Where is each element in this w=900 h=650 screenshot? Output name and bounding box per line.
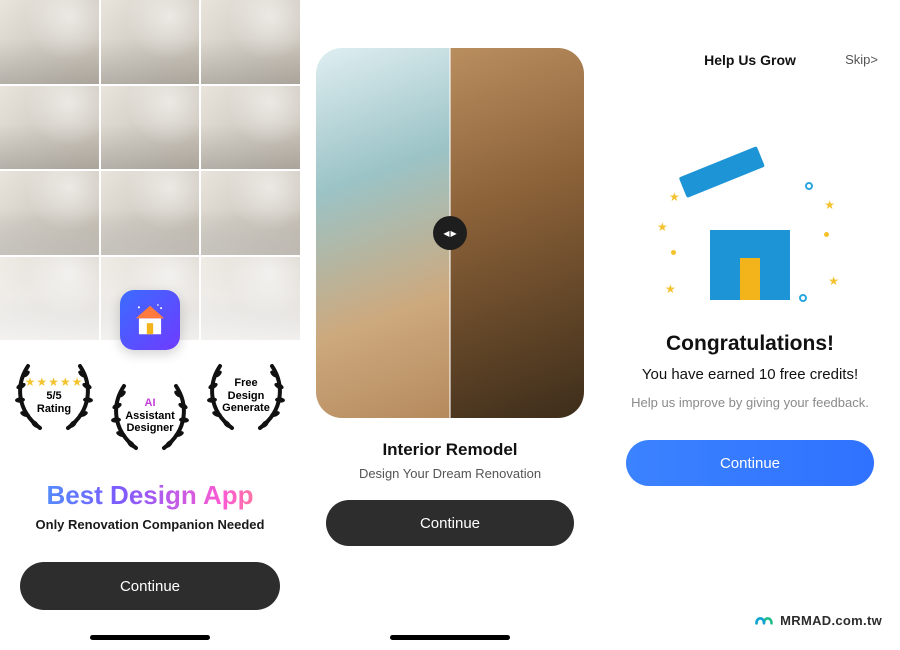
headline-subtitle: Only Renovation Companion Needed xyxy=(0,517,300,532)
continue-button[interactable]: Continue xyxy=(626,440,874,486)
after-image xyxy=(316,48,450,418)
before-after-card xyxy=(316,48,584,418)
home-indicator[interactable] xyxy=(90,635,210,640)
confetti-star-icon: ★ xyxy=(657,220,668,234)
mrmad-logo-icon xyxy=(754,610,774,630)
confetti-star-icon: ★ xyxy=(669,190,680,204)
watermark-text: MRMAD.com.tw xyxy=(780,613,882,628)
app-icon xyxy=(120,290,180,350)
onboarding-screen-credits: Help Us Grow Skip> ★ ★ ★ ★ ★ Congratulat… xyxy=(600,0,900,650)
confetti-star-icon: ★ xyxy=(665,282,676,296)
onboarding-screen-remodel: Interior Remodel Design Your Dream Renov… xyxy=(300,0,600,650)
confetti-star-icon: ★ xyxy=(828,274,839,288)
gallery-thumb xyxy=(101,0,200,84)
continue-button[interactable]: Continue xyxy=(326,500,574,546)
gallery-thumb xyxy=(0,86,99,170)
feedback-prompt: Help us improve by giving your feedback. xyxy=(618,395,882,410)
gallery-thumb xyxy=(201,0,300,84)
remodel-copy: Interior Remodel Design Your Dream Renov… xyxy=(300,440,600,481)
badge-ai-text: AI Assistant Designer xyxy=(125,397,175,435)
confetti-star-icon: ★ xyxy=(824,198,835,212)
confetti-ring-icon xyxy=(799,294,807,302)
badge-free-text: Free Design Generate xyxy=(222,377,270,415)
comparison-slider-handle[interactable] xyxy=(433,216,467,250)
badge-rating: ★★★★★ 5/5 Rating xyxy=(10,358,98,434)
onboarding-screen-welcome: ★★★★★ 5/5 Rating xyxy=(0,0,300,650)
confetti-ring-icon xyxy=(805,182,813,190)
award-badges-row: ★★★★★ 5/5 Rating xyxy=(0,358,300,434)
gallery-thumb xyxy=(201,86,300,170)
gift-box-icon xyxy=(710,230,790,300)
gift-illustration: ★ ★ ★ ★ ★ xyxy=(600,180,900,300)
remodel-title: Interior Remodel xyxy=(300,440,600,460)
skip-button[interactable]: Skip> xyxy=(845,52,878,67)
headline-title: Best Design App xyxy=(0,480,300,511)
gift-door-icon xyxy=(740,258,760,300)
gallery-thumb xyxy=(101,86,200,170)
earned-credits-text: You have earned 10 free credits! xyxy=(618,366,882,383)
confetti-dot-icon xyxy=(824,232,829,237)
page-header: Help Us Grow Skip> xyxy=(600,52,900,67)
before-image xyxy=(450,48,584,418)
badge-free-design: Free Design Generate xyxy=(202,358,290,434)
house-icon xyxy=(131,301,169,339)
continue-button[interactable]: Continue xyxy=(20,562,280,610)
gift-lid-icon xyxy=(679,146,765,198)
congrats-title: Congratulations! xyxy=(618,332,882,356)
remodel-subtitle: Design Your Dream Renovation xyxy=(300,466,600,481)
badge-rating-text: 5/5 Rating xyxy=(37,390,71,415)
watermark-brand: MRMAD.com.tw xyxy=(754,610,882,630)
home-indicator[interactable] xyxy=(390,635,510,640)
confetti-dot-icon xyxy=(671,250,676,255)
gallery-thumb xyxy=(0,0,99,84)
welcome-headline-block: Best Design App Only Renovation Companio… xyxy=(0,480,300,532)
credits-copy: Congratulations! You have earned 10 free… xyxy=(600,332,900,410)
badge-ai-assistant: AI Assistant Designer xyxy=(106,378,194,454)
rating-stars: ★★★★★ xyxy=(25,376,84,388)
